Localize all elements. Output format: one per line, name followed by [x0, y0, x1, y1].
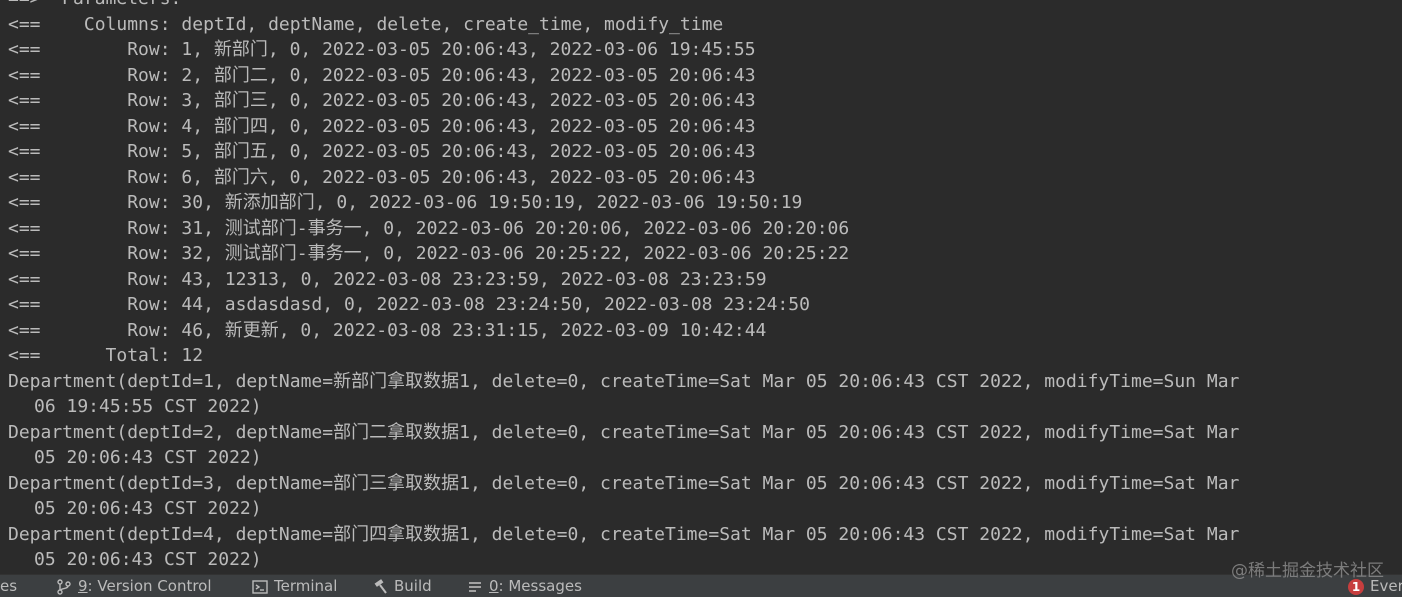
console-line: <== Row: 32, 测试部门-事务一, 0, 2022-03-06 20:…: [8, 243, 850, 264]
tool-window-partial-label: es: [0, 577, 18, 595]
tool-window-partial[interactable]: es: [0, 575, 17, 597]
terminal-icon: [252, 579, 268, 595]
version-control-tab[interactable]: 9: Version Control: [56, 575, 212, 597]
hammer-icon: [372, 578, 388, 595]
console-line: <== Row: 3, 部门三, 0, 2022-03-05 20:06:43,…: [8, 90, 756, 111]
console-line: <== Row: 2, 部门二, 0, 2022-03-05 20:06:43,…: [8, 64, 756, 86]
console-line: <== Row: 5, 部门五, 0, 2022-03-05 20:06:43,…: [8, 141, 756, 162]
messages-tab[interactable]: 0: Messages: [467, 575, 582, 597]
console-line: 05 20:06:43 CST 2022): [34, 447, 262, 468]
terminal-label: Terminal: [274, 577, 338, 595]
console-line: 06 19:45:55 CST 2022): [34, 396, 262, 417]
console-line: <== Row: 30, 新添加部门, 0, 2022-03-06 19:50:…: [8, 192, 803, 213]
console-line: <== Row: 44, asdasdasd, 0, 2022-03-08 23…: [8, 294, 810, 315]
run-console[interactable]: ==> Parameters:<== Columns: deptId, dept…: [0, 0, 1402, 574]
console-line: 05 20:06:43 CST 2022): [34, 498, 262, 519]
terminal-tab[interactable]: Terminal: [252, 575, 337, 597]
console-line: Department(deptId=1, deptName=新部门拿取数据1, …: [8, 370, 1240, 392]
branch-icon: [56, 578, 72, 595]
console-line: <== Row: 1, 新部门, 0, 2022-03-05 20:06:43,…: [8, 39, 756, 60]
console-line: <== Row: 43, 12313, 0, 2022-03-08 23:23:…: [8, 268, 767, 290]
console-output: ==> Parameters:<== Columns: deptId, dept…: [8, 0, 1402, 573]
console-line: <== Total: 12: [8, 345, 204, 366]
version-control-key: 9: [78, 577, 88, 595]
messages-key: 0: [489, 577, 499, 595]
console-line: <== Row: 46, 新更新, 0, 2022-03-08 23:31:15…: [8, 319, 767, 341]
console-line: Department(deptId=3, deptName=部门三拿取数据1, …: [8, 472, 1240, 494]
console-line: <== Row: 4, 部门四, 0, 2022-03-05 20:06:43,…: [8, 115, 756, 137]
build-tab[interactable]: Build: [372, 575, 432, 597]
messages-label: : Messages: [498, 577, 582, 595]
watermark: @稀土掘金技术社区: [1231, 561, 1384, 581]
console-line: ==> Parameters:: [8, 0, 1402, 12]
version-control-label: : Version Control: [87, 577, 212, 595]
console-line: Department(deptId=4, deptName=部门四拿取数据1, …: [8, 523, 1240, 545]
console-line: <== Row: 31, 测试部门-事务一, 0, 2022-03-06 20:…: [8, 217, 850, 239]
console-line: Department(deptId=2, deptName=部门二拿取数据1, …: [8, 421, 1240, 443]
console-line: <== Row: 6, 部门六, 0, 2022-03-05 20:06:43,…: [8, 166, 756, 188]
console-line: <== Columns: deptId, deptName, delete, c…: [8, 13, 724, 35]
tool-window-bar: es 9: Version Control Terminal Build 0: …: [0, 574, 1402, 597]
console-line: 05 20:06:43 CST 2022): [34, 549, 262, 570]
build-label: Build: [394, 577, 432, 595]
messages-icon: [467, 579, 483, 595]
